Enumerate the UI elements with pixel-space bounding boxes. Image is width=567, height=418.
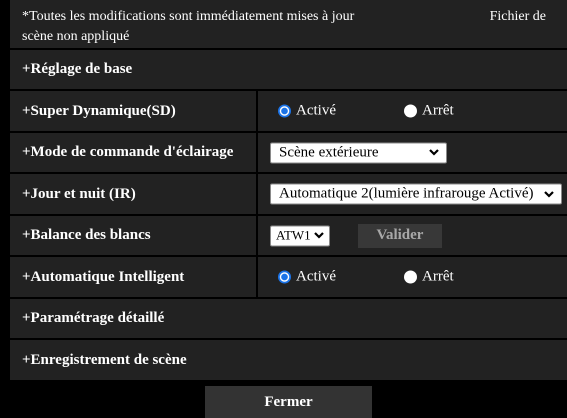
day-night-toggle[interactable]: +Jour et nuit (IR)	[10, 174, 256, 214]
white-balance-select[interactable]: ATW1	[270, 225, 330, 246]
super-dynamic-on-label: Activé	[296, 102, 336, 119]
intelligent-auto-off-label: Arrêt	[422, 268, 454, 285]
detailed-settings-toggle[interactable]: +Paramétrage détaillé	[10, 299, 567, 338]
lighting-control-mode-controls: Scène extérieure	[258, 133, 567, 172]
white-balance-value: ATW1	[276, 227, 311, 243]
scene-recording-toggle[interactable]: +Enregistrement de scène	[10, 340, 567, 380]
white-balance-controls: ATW1 Valider	[258, 216, 567, 255]
image-adjust-panel: *Toutes les modifications sont immédiate…	[0, 0, 567, 418]
white-balance-toggle[interactable]: +Balance des blancs	[10, 216, 256, 255]
chevron-down-icon	[544, 190, 554, 198]
chevron-down-icon	[314, 232, 324, 239]
lighting-control-mode-value: Scène extérieure	[279, 144, 379, 160]
super-dynamic-on-radio[interactable]: Activé	[278, 103, 336, 120]
close-button[interactable]: Fermer	[205, 386, 372, 418]
radio-button-icon	[278, 270, 291, 284]
row-white-balance: +Balance des blancs ATW1 Valider	[10, 216, 567, 255]
super-dynamic-toggle[interactable]: +Super Dynamique(SD)	[10, 91, 256, 131]
row-basic-settings: +Réglage de base	[10, 50, 567, 89]
settings-list: +Réglage de base +Super Dynamique(SD) Ac…	[10, 50, 567, 380]
intelligent-auto-toggle[interactable]: +Automatique Intelligent	[10, 257, 256, 297]
row-super-dynamic: +Super Dynamique(SD) Activé Arrêt	[10, 91, 567, 131]
intelligent-auto-off-radio[interactable]: Arrêt	[404, 269, 454, 286]
day-night-controls: Automatique 2(lumière infrarouge Activé)	[258, 174, 567, 214]
intelligent-auto-on-label: Activé	[296, 268, 336, 285]
basic-settings-toggle[interactable]: +Réglage de base	[10, 50, 567, 89]
row-detailed-settings: +Paramétrage détaillé	[10, 299, 567, 338]
day-night-select[interactable]: Automatique 2(lumière infrarouge Activé)	[270, 183, 562, 205]
scene-file-status: Fichier de	[489, 9, 546, 24]
super-dynamic-off-label: Arrêt	[422, 102, 454, 119]
radio-button-icon	[404, 104, 417, 118]
white-balance-apply-button[interactable]: Valider	[358, 223, 442, 248]
update-note: *Toutes les modifications sont immédiate…	[22, 9, 355, 24]
lighting-control-mode-toggle[interactable]: +Mode de commande d'éclairage	[10, 133, 256, 172]
row-day-night: +Jour et nuit (IR) Automatique 2(lumière…	[10, 174, 567, 214]
scene-file-status-continued: scène non appliqué	[22, 29, 130, 44]
radio-button-icon	[278, 104, 291, 118]
day-night-value: Automatique 2(lumière infrarouge Activé)	[279, 185, 534, 202]
row-scene-recording: +Enregistrement de scène	[10, 340, 567, 380]
intelligent-auto-on-radio[interactable]: Activé	[278, 269, 336, 286]
intelligent-auto-options: Activé Arrêt	[258, 257, 567, 297]
row-intelligent-auto: +Automatique Intelligent Activé Arrêt	[10, 257, 567, 297]
header-bar: *Toutes les modifications sont immédiate…	[10, 0, 567, 48]
lighting-control-mode-select[interactable]: Scène extérieure	[270, 142, 447, 163]
radio-button-icon	[404, 270, 417, 284]
row-lighting-control-mode: +Mode de commande d'éclairage Scène exté…	[10, 133, 567, 172]
super-dynamic-options: Activé Arrêt	[258, 91, 567, 131]
super-dynamic-off-radio[interactable]: Arrêt	[404, 103, 454, 120]
chevron-down-icon	[429, 149, 439, 156]
